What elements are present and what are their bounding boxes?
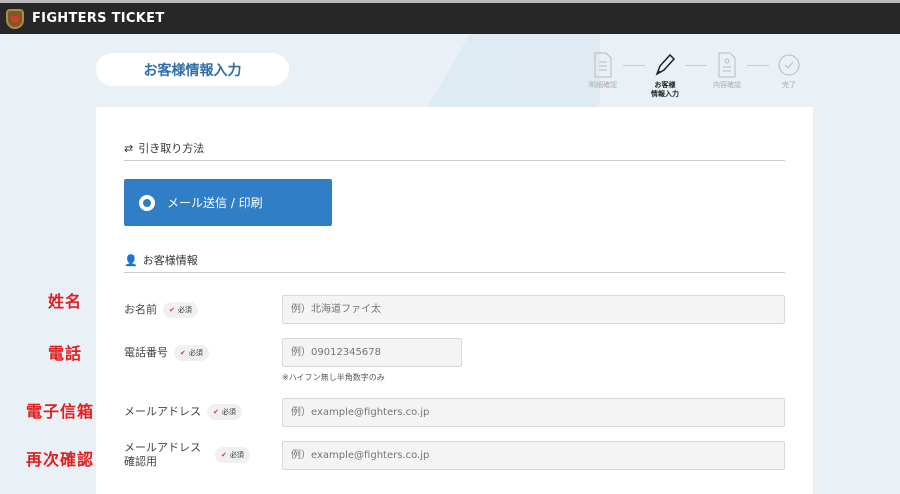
email-confirm-input[interactable] bbox=[282, 441, 785, 470]
required-badge: ✔ 必須 bbox=[174, 345, 209, 361]
required-badge: ✔ 必須 bbox=[215, 447, 250, 463]
annotation-email-confirm: 再次確認 bbox=[26, 450, 95, 469]
email-confirm-label: メールアドレス 確認用 ✔ 必須 bbox=[124, 441, 250, 469]
pickup-method-heading: ⇄ 引き取り方法 bbox=[124, 141, 205, 156]
pen-icon bbox=[655, 53, 676, 76]
email-label: メールアドレス ✔ 必須 bbox=[124, 404, 242, 420]
check-circle-icon bbox=[778, 54, 800, 76]
divider bbox=[124, 272, 785, 273]
phone-input[interactable] bbox=[282, 338, 462, 367]
step-customer-info: お客様 情報入力 bbox=[645, 52, 685, 99]
step-separator bbox=[685, 65, 707, 66]
divider bbox=[124, 160, 785, 161]
refresh-icon: ⇄ bbox=[124, 141, 134, 155]
annotation-name: 姓名 bbox=[48, 292, 83, 311]
name-label: お名前 ✔ 必須 bbox=[124, 302, 198, 318]
step-separator bbox=[623, 65, 645, 66]
check-icon: ✔ bbox=[169, 306, 175, 314]
check-icon: ✔ bbox=[180, 349, 186, 357]
check-icon: ✔ bbox=[221, 451, 227, 459]
page-title: お客様情報入力 bbox=[96, 53, 289, 86]
step-complete: 完了 bbox=[769, 52, 809, 90]
customer-info-heading: 👤 お客様情報 bbox=[124, 253, 198, 268]
phone-note: ※ハイフン無し半角数字のみ bbox=[282, 373, 385, 382]
name-input[interactable] bbox=[282, 295, 785, 324]
top-bar: FIGHTERS TICKET bbox=[0, 0, 900, 34]
person-icon: 👤 bbox=[124, 253, 138, 267]
phone-label: 電話番号 ✔ 必須 bbox=[124, 345, 209, 361]
brand-name[interactable]: FIGHTERS TICKET bbox=[32, 11, 164, 26]
fighters-logo-icon[interactable] bbox=[6, 8, 24, 29]
form-card: ⇄引き取り方法 メール送信 / 印刷 👤お客様情報 お名前✔必須 電話番号✔必須… bbox=[96, 107, 813, 494]
radio-selected-icon[interactable] bbox=[139, 194, 155, 211]
annotation-phone: 電話 bbox=[48, 344, 83, 363]
email-input[interactable] bbox=[282, 398, 785, 427]
progress-steps: 明細確認 お客様 情報入力 内容確認 完了 bbox=[583, 52, 809, 99]
step-separator bbox=[747, 65, 769, 66]
pickup-option-email-print[interactable]: メール送信 / 印刷 bbox=[124, 179, 332, 226]
document-icon bbox=[594, 52, 612, 78]
step-content-confirm: 内容確認 bbox=[707, 52, 747, 90]
annotation-email: 電子信箱 bbox=[26, 402, 95, 421]
profile-document-icon bbox=[718, 52, 736, 78]
required-badge: ✔ 必須 bbox=[207, 404, 242, 420]
required-badge: ✔ 必須 bbox=[163, 302, 198, 318]
step-detail-confirm: 明細確認 bbox=[583, 52, 623, 90]
check-icon: ✔ bbox=[213, 408, 219, 416]
